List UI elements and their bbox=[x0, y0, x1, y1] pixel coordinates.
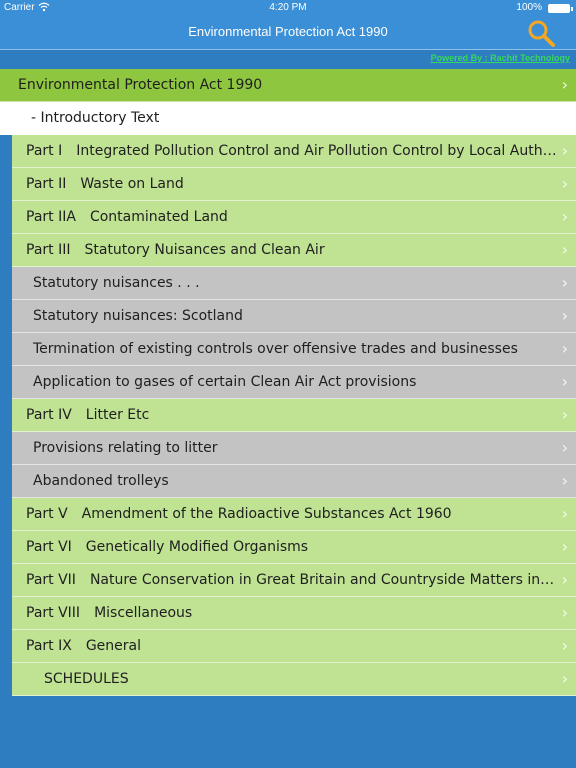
section-row[interactable]: Provisions relating to litter › bbox=[12, 432, 576, 465]
chevron-right-icon: › bbox=[561, 141, 568, 160]
introductory-text-label: - Introductory Text bbox=[31, 110, 160, 126]
status-bar: Carrier 4:20 PM 100% bbox=[0, 0, 576, 16]
page-title: Environmental Protection Act 1990 bbox=[188, 24, 388, 39]
row-label: Litter Etc bbox=[85, 407, 150, 423]
chevron-right-icon: › bbox=[561, 636, 568, 655]
part-row[interactable]: Part VI Genetically Modified Organisms › bbox=[12, 531, 576, 564]
divider bbox=[0, 49, 576, 50]
section-row[interactable]: Termination of existing controls over of… bbox=[12, 333, 576, 366]
row-text: Abandoned trolleys bbox=[33, 473, 169, 489]
row-label: Application to gases of certain Clean Ai… bbox=[33, 374, 417, 390]
row-text: Termination of existing controls over of… bbox=[33, 341, 518, 357]
part-number: Part VII bbox=[26, 572, 76, 588]
part-row[interactable]: Part VII Nature Conservation in Great Bri… bbox=[12, 564, 576, 597]
row-text: Statutory nuisances . . . bbox=[33, 275, 200, 291]
row-label: Statutory Nuisances and Clean Air bbox=[84, 242, 325, 258]
section-row[interactable]: Statutory nuisances . . . › bbox=[12, 267, 576, 300]
chevron-right-icon: › bbox=[561, 207, 568, 226]
contents-list: Environmental Protection Act 1990 › - In… bbox=[0, 69, 576, 696]
row-label: General bbox=[85, 638, 141, 654]
part-number: Part VI bbox=[26, 539, 72, 555]
row-text: Part IIA Contaminated Land bbox=[26, 209, 228, 225]
part-row[interactable]: Part III Statutory Nuisances and Clean Ai… bbox=[12, 234, 576, 267]
search-button[interactable] bbox=[526, 18, 558, 48]
schedules-row[interactable]: SCHEDULES › bbox=[12, 663, 576, 696]
row-label: Genetically Modified Organisms bbox=[85, 539, 309, 555]
chevron-right-icon: › bbox=[561, 372, 568, 391]
row-label: Amendment of the Radioactive Substances … bbox=[81, 506, 452, 522]
row-text: Part VII Nature Conservation in Great Bri… bbox=[26, 572, 554, 588]
part-number: Part IX bbox=[26, 638, 72, 654]
row-text: Application to gases of certain Clean Ai… bbox=[33, 374, 416, 390]
powered-by-link[interactable]: Powered By : Rachit Technology bbox=[431, 53, 570, 63]
row-text: Part IX General bbox=[26, 638, 141, 654]
search-icon bbox=[528, 20, 555, 47]
row-text: Part III Statutory Nuisances and Clean Ai… bbox=[26, 242, 325, 258]
act-title-row[interactable]: Environmental Protection Act 1990 › bbox=[0, 69, 576, 102]
row-label: Waste on Land bbox=[80, 176, 184, 192]
section-row[interactable]: Application to gases of certain Clean Ai… bbox=[12, 366, 576, 399]
row-text: Part V Amendment of the Radioactive Subst… bbox=[26, 506, 452, 522]
clock: 4:20 PM bbox=[269, 2, 307, 13]
row-label: Nature Conservation in Great Britain and… bbox=[89, 572, 555, 588]
part-number: Part V bbox=[26, 506, 68, 522]
part-number: Part II bbox=[26, 176, 67, 192]
navigation-bar: Environmental Protection Act 1990 bbox=[0, 16, 576, 49]
battery-percent: 100% bbox=[516, 2, 542, 13]
chevron-right-icon: › bbox=[561, 537, 568, 556]
part-row[interactable]: Part V Amendment of the Radioactive Subst… bbox=[12, 498, 576, 531]
row-text: Part VI Genetically Modified Organisms bbox=[26, 539, 308, 555]
section-row[interactable]: Statutory nuisances: Scotland › bbox=[12, 300, 576, 333]
part-row[interactable]: Part I Integrated Pollution Control and A… bbox=[12, 135, 576, 168]
row-text: Part IV Litter Etc bbox=[26, 407, 149, 423]
part-number: Part VIII bbox=[26, 605, 81, 621]
row-text: Part I Integrated Pollution Control and A… bbox=[26, 143, 557, 159]
section-row[interactable]: Abandoned trolleys › bbox=[12, 465, 576, 498]
chevron-right-icon: › bbox=[561, 471, 568, 490]
part-number: Part IIA bbox=[26, 209, 76, 225]
chevron-right-icon: › bbox=[561, 240, 568, 259]
battery-icon bbox=[548, 4, 573, 13]
row-text: Statutory nuisances: Scotland bbox=[33, 308, 243, 324]
chevron-right-icon: › bbox=[561, 75, 568, 94]
chevron-right-icon: › bbox=[561, 669, 568, 688]
row-label: Statutory nuisances: Scotland bbox=[33, 308, 243, 324]
chevron-right-icon: › bbox=[561, 570, 568, 589]
row-text: SCHEDULES bbox=[44, 671, 129, 687]
row-label: Provisions relating to litter bbox=[33, 440, 218, 456]
row-label: Integrated Pollution Control and Air Pol… bbox=[76, 143, 557, 159]
part-row[interactable]: Part IIA Contaminated Land › bbox=[12, 201, 576, 234]
chevron-right-icon: › bbox=[561, 405, 568, 424]
chevron-right-icon: › bbox=[561, 306, 568, 325]
chevron-right-icon: › bbox=[561, 504, 568, 523]
row-text: Provisions relating to litter bbox=[33, 440, 218, 456]
row-label: SCHEDULES bbox=[44, 671, 129, 687]
part-number: Part IV bbox=[26, 407, 72, 423]
row-text: Part VIII Miscellaneous bbox=[26, 605, 192, 621]
part-number: Part I bbox=[26, 143, 63, 159]
chevron-right-icon: › bbox=[561, 174, 568, 193]
part-row[interactable]: Part II Waste on Land › bbox=[12, 168, 576, 201]
part-row[interactable]: Part VIII Miscellaneous › bbox=[12, 597, 576, 630]
part-number: Part III bbox=[26, 242, 71, 258]
row-text: Part II Waste on Land bbox=[26, 176, 184, 192]
row-label: Termination of existing controls over of… bbox=[33, 341, 518, 357]
part-row[interactable]: Part IV Litter Etc › bbox=[12, 399, 576, 432]
chevron-right-icon: › bbox=[561, 438, 568, 457]
introductory-text-row[interactable]: - Introductory Text bbox=[0, 102, 576, 135]
row-label: Abandoned trolleys bbox=[33, 473, 169, 489]
chevron-right-icon: › bbox=[561, 339, 568, 358]
part-row[interactable]: Part IX General › bbox=[12, 630, 576, 663]
row-label: Miscellaneous bbox=[94, 605, 193, 621]
row-label: Contaminated Land bbox=[89, 209, 228, 225]
row-label: Statutory nuisances . . . bbox=[33, 275, 200, 291]
act-title-label: Environmental Protection Act 1990 bbox=[18, 77, 263, 93]
chevron-right-icon: › bbox=[561, 273, 568, 292]
chevron-right-icon: › bbox=[561, 603, 568, 622]
